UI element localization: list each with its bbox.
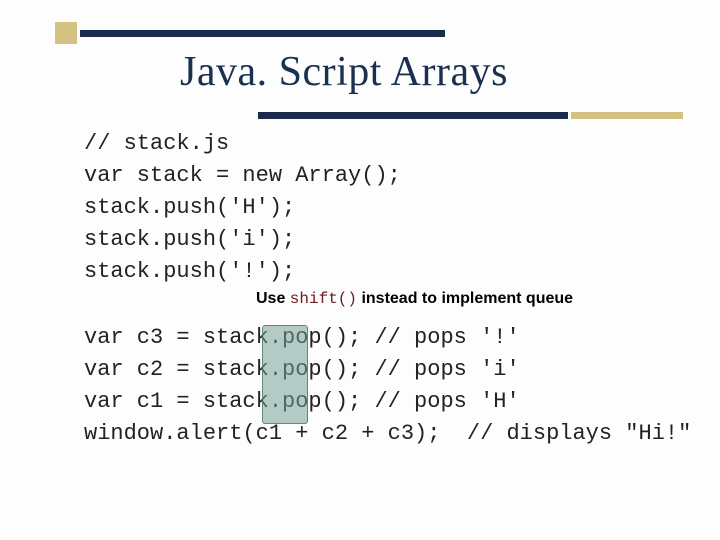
rule-mid-tan [571, 112, 683, 119]
slide-title: Java. Script Arrays [180, 48, 508, 96]
rule-top [80, 30, 445, 37]
slide: Java. Script Arrays // stack.js var stac… [0, 0, 720, 540]
annotation-note: Use shift() instead to implement queue [256, 290, 573, 308]
accent-square-icon [55, 22, 77, 44]
code-block-stack-push: // stack.js var stack = new Array(); sta… [84, 128, 401, 287]
note-suffix: instead to implement queue [357, 290, 573, 307]
rule-mid-dark [258, 112, 568, 119]
note-code: shift() [290, 290, 357, 308]
code-block-stack-pop: var c3 = stack.pop(); // pops '!' var c2… [84, 322, 691, 450]
note-prefix: Use [256, 290, 290, 307]
